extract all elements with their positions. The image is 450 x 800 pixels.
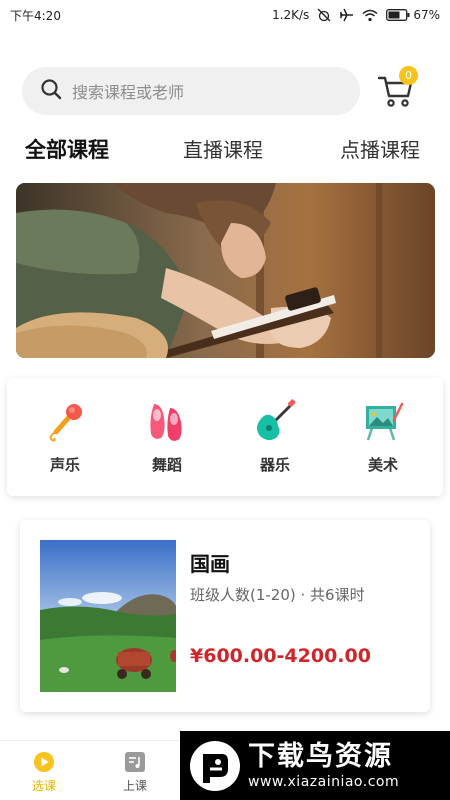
- category-instrument[interactable]: 器乐: [240, 398, 310, 475]
- ballet-shoes-icon: [144, 398, 190, 444]
- battery-indicator: 67%: [386, 8, 440, 22]
- course-info: 班级人数(1-20) · 共6课时: [190, 586, 365, 604]
- course-card[interactable]: 国画 班级人数(1-20) · 共6课时 ¥600.00-4200.00: [20, 520, 430, 712]
- nav-select-course[interactable]: 选课: [14, 751, 74, 794]
- category-dance[interactable]: 舞蹈: [132, 398, 202, 475]
- search-row: 搜索课程或老师 0: [22, 66, 432, 116]
- battery-icon: [386, 9, 410, 21]
- banner-image[interactable]: [16, 183, 435, 358]
- tab-live-courses[interactable]: 直播课程: [183, 134, 263, 163]
- watermark: 下载鸟资源 www.xiazainiao.com: [180, 731, 450, 800]
- easel-icon: [360, 398, 406, 444]
- bird-logo-icon: [188, 739, 242, 793]
- nav-attend-class[interactable]: 上课: [105, 751, 165, 794]
- alarm-off-icon: [317, 8, 331, 22]
- wifi-icon: [362, 9, 378, 22]
- search-input[interactable]: 搜索课程或老师: [22, 67, 360, 115]
- status-time: 下午4:20: [10, 8, 61, 23]
- watermark-text: 下载鸟资源 www.xiazainiao.com: [248, 741, 399, 791]
- music-note-icon: [124, 751, 146, 773]
- guitar-icon: [252, 398, 298, 444]
- search-placeholder: 搜索课程或老师: [72, 83, 185, 102]
- cart-badge: 0: [399, 66, 418, 85]
- network-speed: 1.2K/s: [272, 8, 310, 22]
- status-icons: 1.2K/s 67%: [272, 8, 440, 22]
- course-title: 国画: [190, 552, 230, 576]
- airplane-icon: [339, 8, 354, 22]
- tab-vod-courses[interactable]: 点播课程: [340, 134, 420, 163]
- category-vocal[interactable]: 声乐: [30, 398, 100, 475]
- tab-all-courses[interactable]: 全部课程: [23, 134, 111, 164]
- course-price: ¥600.00-4200.00: [190, 645, 371, 667]
- watermark-title: 下载鸟资源: [248, 740, 393, 772]
- course-tabs: 全部课程 直播课程 点播课程: [0, 130, 450, 170]
- search-icon: [40, 78, 62, 104]
- course-thumbnail: [40, 540, 176, 692]
- watermark-url: www.xiazainiao.com: [248, 773, 400, 790]
- status-bar: 下午4:20 1.2K/s 67%: [0, 0, 450, 30]
- category-art[interactable]: 美术: [348, 398, 418, 475]
- battery-percent: 67%: [413, 8, 440, 22]
- category-panel: 声乐 舞蹈 器乐 美术: [7, 378, 443, 496]
- play-circle-icon: [33, 751, 55, 773]
- microphone-icon: [42, 398, 88, 444]
